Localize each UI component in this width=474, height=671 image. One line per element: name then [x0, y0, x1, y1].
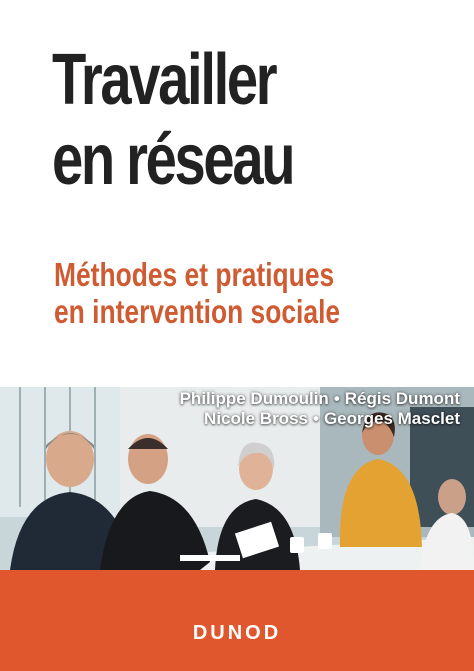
title-line-2: en réseau [52, 120, 296, 200]
authors: Philippe Dumoulin • Régis Dumont Nicole Br… [180, 389, 460, 429]
cover-footer-band: DUNOD [0, 570, 474, 671]
authors-row-2: Nicole Bross • Georges Masclet [180, 409, 460, 429]
author-name: Régis Dumont [344, 389, 460, 408]
cover-photo: Philippe Dumoulin • Régis Dumont Nicole Br… [0, 387, 474, 570]
author-name: Philippe Dumoulin [179, 389, 329, 408]
author-separator: • [312, 409, 319, 428]
book-subtitle: Méthodes et pratiques en intervention so… [54, 256, 340, 330]
book-cover: Travailler en réseau Méthodes et pratiqu… [0, 0, 474, 671]
authors-row-1: Philippe Dumoulin • Régis Dumont [180, 389, 460, 409]
title-line-1: Travailler [52, 40, 278, 120]
publisher-logo: DUNOD [192, 622, 282, 644]
book-title: Travailler en réseau [52, 40, 364, 200]
author-separator: • [333, 389, 340, 408]
author-name: Georges Masclet [323, 409, 460, 428]
subtitle-line-1: Méthodes et pratiques [54, 256, 335, 293]
author-name: Nicole Bross [204, 409, 308, 428]
subtitle-line-2: en intervention sociale [54, 293, 341, 330]
